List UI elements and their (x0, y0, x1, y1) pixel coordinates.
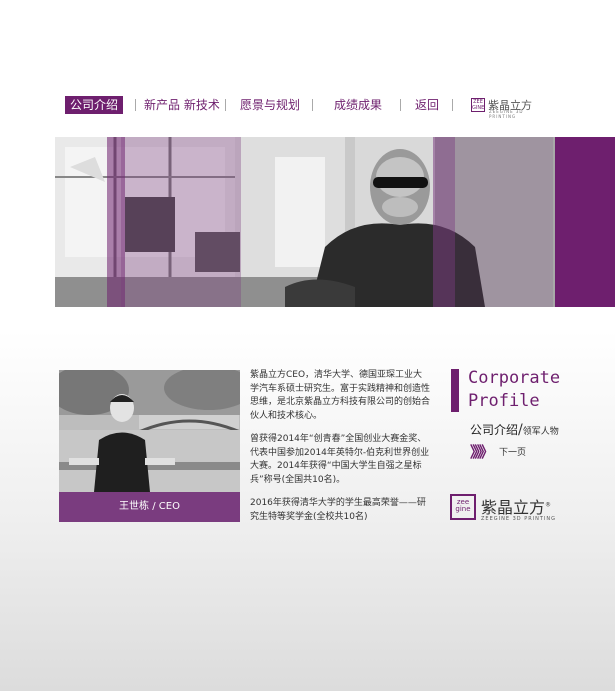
section-accent-bar (451, 369, 459, 412)
nav-divider (312, 99, 313, 111)
chevron-right-icon: 》》》 (470, 443, 494, 461)
nav-divider (225, 99, 226, 111)
brand-logo: zee gine 紫晶立方® ZEEGINE 3D PRINTING (450, 494, 590, 524)
section-subtitle-text: 领军人物 (522, 427, 559, 437)
brand-name-en: ZEEGINE 3D PRINTING (481, 516, 557, 522)
nav-back[interactable]: 返回 (415, 96, 439, 114)
section-title-cn: 公司介绍 (470, 423, 519, 437)
nav-company-intro[interactable]: 公司介绍 (65, 96, 124, 114)
nav-achievements[interactable]: 成绩成果 (334, 96, 382, 114)
bio-paragraph: 2016年获得清华大学的学生最高荣誉——研究生特等奖学金(全校共10名) (250, 498, 426, 522)
nav-vision[interactable]: 愿景与规划 (240, 96, 300, 114)
nav-logo[interactable]: ZEE GINE 紫晶立方 ZEEGINE 3D PRINTING (471, 96, 532, 119)
ceo-caption: 王世栋 / CEO (59, 492, 240, 522)
office-photo-illustration (55, 137, 615, 307)
ceo-photo: 王世栋 / CEO (59, 370, 240, 522)
hero-banner (55, 137, 615, 307)
next-page-label: 下一页 (499, 448, 527, 458)
nav-logo-sub: ZEEGINE 3D PRINTING (489, 109, 524, 119)
zeegine-logo-icon: zee gine (450, 494, 476, 520)
section-title-line: Profile (468, 391, 540, 411)
bio-paragraph: 紫晶立方CEO，清华大学、德国亚琛工业大学汽车系硕士研究生。富于实践精神和创造性… (250, 370, 431, 421)
nav-divider (452, 99, 453, 111)
section-subtitle: 公司介绍/领军人物 (470, 421, 559, 438)
zeegine-logo-icon: ZEE GINE (471, 98, 485, 112)
ceo-portrait-illustration (59, 370, 240, 492)
nav-divider (400, 99, 401, 111)
brand-name: 紫晶立方® (481, 498, 552, 517)
nav-new-products[interactable]: 新产品 新技术 (144, 96, 220, 114)
next-page-link[interactable]: 》》》 下一页 (470, 441, 526, 462)
bio-paragraph: 曾获得2014年“创青春”全国创业大赛金奖、代表中国参加2014年英特尔-伯克利… (250, 434, 430, 485)
section-title-en: Corporate Profile (468, 367, 560, 413)
section-title-line: Corporate (468, 368, 561, 388)
top-nav: 公司介绍 新产品 新技术 愿景与规划 成绩成果 返回 ZEE GINE 紫晶立方 … (60, 96, 615, 119)
nav-divider (135, 99, 136, 111)
ceo-bio: 紫晶立方CEO，清华大学、德国亚琛工业大学汽车系硕士研究生。富于实践精神和创造性… (250, 369, 430, 534)
